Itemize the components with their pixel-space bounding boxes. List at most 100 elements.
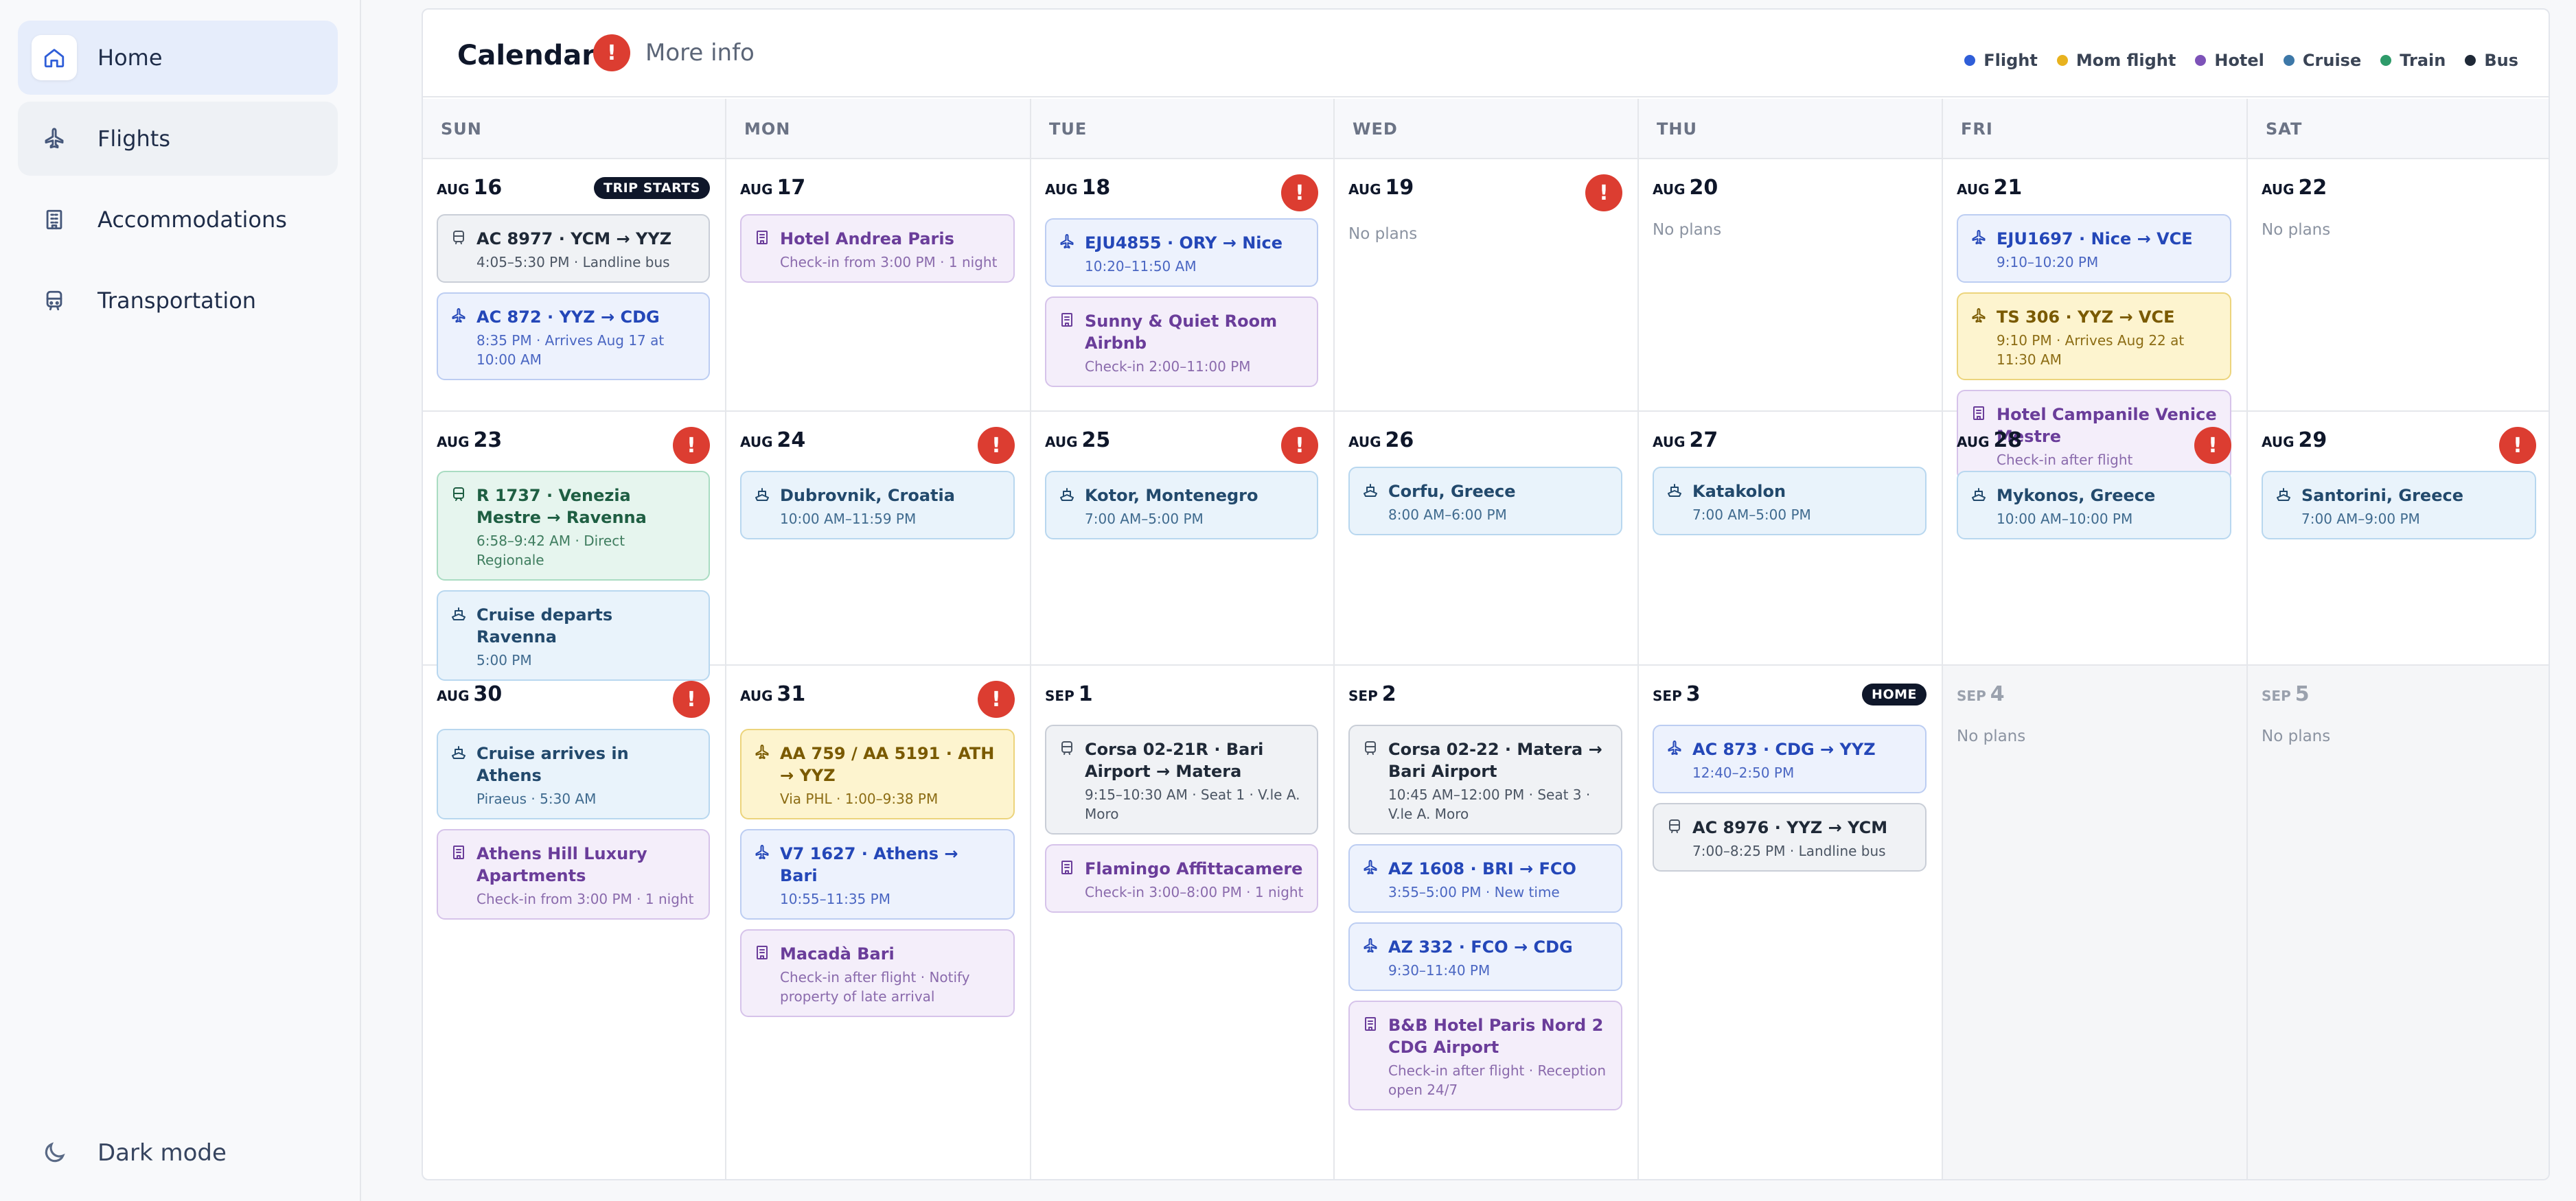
nav-home-label: Home bbox=[97, 45, 163, 71]
day-cell[interactable]: AUG 28! Mykonos, Greece 10:00 AM–10:00 PM bbox=[1943, 412, 2248, 666]
day-cell[interactable]: SEP 4 No plans bbox=[1943, 666, 2248, 1179]
nav-flights-label: Flights bbox=[97, 126, 170, 152]
moon-icon bbox=[45, 1142, 65, 1163]
nav-home[interactable]: Home bbox=[18, 21, 338, 95]
event-subtitle: 10:00 AM–10:00 PM bbox=[1997, 511, 2133, 527]
event-card-hotel[interactable]: Macadà Bari Check-in after flight · Notif… bbox=[740, 929, 1015, 1017]
event-card-hotel[interactable]: Hotel Andrea Paris Check-in from 3:00 PM … bbox=[740, 214, 1015, 283]
day-date: AUG 21 bbox=[1957, 176, 2022, 200]
dark-mode-label: Dark mode bbox=[97, 1139, 227, 1167]
alert-icon[interactable]: ! bbox=[673, 427, 710, 464]
day-number: 2 bbox=[1381, 682, 1396, 706]
alert-icon[interactable]: ! bbox=[2499, 427, 2536, 464]
alert-icon[interactable]: ! bbox=[1585, 174, 1622, 211]
event-card-hotel[interactable]: B&B Hotel Paris Nord 2 CDG Airport Check-… bbox=[1348, 1001, 1622, 1110]
day-cell[interactable]: SEP 2 Corsa 02-22 · Matera → Bari Airport 1… bbox=[1335, 666, 1639, 1179]
no-plans-text: No plans bbox=[1957, 727, 2026, 745]
day-cell[interactable]: AUG 30! Cruise arrives in Athens Piraeus · … bbox=[423, 666, 726, 1179]
alert-icon[interactable]: ! bbox=[1281, 427, 1318, 464]
day-cell[interactable]: AUG 18! EJU4855 · ORY → Nice 10:20–11:50 AM… bbox=[1031, 159, 1335, 412]
day-month: SEP bbox=[2262, 688, 2291, 704]
legend-item: Flight bbox=[1964, 51, 2038, 70]
plane-icon bbox=[450, 307, 467, 324]
event-title: AZ 1608 · BRI → FCO bbox=[1388, 859, 1576, 878]
event-title: EJU1697 · Nice → VCE bbox=[1997, 229, 2193, 248]
weekday-mon: MON bbox=[726, 99, 1031, 159]
event-card-bus[interactable]: Corsa 02-21R · Bari Airport → Matera 9:15… bbox=[1045, 725, 1318, 835]
legend-label: Bus bbox=[2484, 51, 2518, 70]
event-title: TS 306 · YYZ → VCE bbox=[1997, 307, 2175, 327]
alert-icon[interactable]: ! bbox=[978, 427, 1015, 464]
day-month: SEP bbox=[1957, 688, 1986, 704]
event-card-cruise[interactable]: Dubrovnik, Croatia 10:00 AM–11:59 PM bbox=[740, 471, 1015, 539]
day-cell[interactable]: AUG 27 Katakolon 7:00 AM–5:00 PM bbox=[1639, 412, 1943, 666]
day-cell[interactable]: AUG 21 EJU1697 · Nice → VCE 9:10–10:20 PM TS… bbox=[1943, 159, 2248, 480]
day-number: 27 bbox=[1689, 428, 1718, 452]
day-number: 25 bbox=[1081, 428, 1111, 452]
event-card-flight[interactable]: AC 872 · YYZ → CDG 8:35 PM · Arrives Aug … bbox=[437, 292, 710, 380]
event-card-flight[interactable]: EJU4855 · ORY → Nice 10:20–11:50 AM bbox=[1045, 218, 1318, 287]
event-card-mom[interactable]: TS 306 · YYZ → VCE 9:10 PM · Arrives Aug … bbox=[1957, 292, 2231, 380]
event-subtitle: 10:20–11:50 AM bbox=[1085, 258, 1197, 275]
day-date: SEP 5 bbox=[2262, 682, 2310, 706]
event-subtitle: 9:15–10:30 AM · Seat 1 · V.le A. Moro bbox=[1085, 786, 1300, 822]
nav-accommodations[interactable]: Accommodations bbox=[18, 183, 338, 257]
day-month: AUG bbox=[740, 434, 773, 450]
event-card-hotel[interactable]: Athens Hill Luxury Apartments Check-in fr… bbox=[437, 829, 710, 920]
event-card-flight[interactable]: V7 1627 · Athens → Bari 10:55–11:35 PM bbox=[740, 829, 1015, 920]
event-card-cruise[interactable]: Mykonos, Greece 10:00 AM–10:00 PM bbox=[1957, 471, 2231, 539]
building-icon bbox=[450, 844, 467, 861]
day-cell[interactable]: AUG 16 TRIP STARTS AC 8977 · YCM → YYZ 4:05–… bbox=[423, 159, 726, 412]
nav-transportation[interactable]: Transportation bbox=[18, 264, 338, 338]
calendar-panel: Calendar ! More info Flight Mom flight Hot… bbox=[422, 8, 2550, 1180]
weekday-wed: WED bbox=[1335, 99, 1639, 159]
day-cell[interactable]: AUG 19! No plans bbox=[1335, 159, 1639, 412]
event-title: Cruise arrives in Athens bbox=[476, 744, 629, 785]
nav-flights[interactable]: Flights bbox=[18, 102, 338, 176]
event-card-flight[interactable]: EJU1697 · Nice → VCE 9:10–10:20 PM bbox=[1957, 214, 2231, 283]
day-cell[interactable]: SEP 1 Corsa 02-21R · Bari Airport → Matera… bbox=[1031, 666, 1335, 1179]
dark-mode-toggle[interactable]: Dark mode bbox=[41, 1139, 227, 1167]
event-subtitle: Check-in from 3:00 PM · 1 night bbox=[780, 254, 998, 270]
day-cell[interactable]: AUG 26 Corfu, Greece 8:00 AM–6:00 PM bbox=[1335, 412, 1639, 666]
day-cell[interactable]: SEP 3 HOME AC 873 · CDG → YYZ 12:40–2:50 PM A… bbox=[1639, 666, 1943, 1179]
event-subtitle: 9:10 PM · Arrives Aug 22 at 11:30 AM bbox=[1997, 332, 2185, 368]
event-card-cruise[interactable]: Cruise arrives in Athens Piraeus · 5:30 A… bbox=[437, 729, 710, 819]
event-card-bus[interactable]: Corsa 02-22 · Matera → Bari Airport 10:45… bbox=[1348, 725, 1622, 835]
day-cell[interactable]: AUG 29! Santorini, Greece 7:00 AM–9:00 PM bbox=[2248, 412, 2549, 666]
day-cell[interactable]: AUG 31! AA 759 / AA 5191 · ATH → YYZ Via PH… bbox=[726, 666, 1031, 1179]
event-card-mom[interactable]: AA 759 / AA 5191 · ATH → YYZ Via PHL · 1:… bbox=[740, 729, 1015, 819]
ship-icon bbox=[754, 486, 770, 502]
event-card-cruise[interactable]: Santorini, Greece 7:00 AM–9:00 PM bbox=[2262, 471, 2536, 539]
event-card-bus[interactable]: AC 8976 · YYZ → YCM 7:00–8:25 PM · Landli… bbox=[1653, 803, 1927, 872]
event-card-bus[interactable]: AC 8977 · YCM → YYZ 4:05–5:30 PM · Landli… bbox=[437, 214, 710, 283]
day-month: SEP bbox=[1045, 688, 1074, 704]
legend-dot bbox=[2283, 55, 2295, 66]
alert-icon[interactable]: ! bbox=[1281, 174, 1318, 211]
day-cell[interactable]: AUG 17 Hotel Andrea Paris Check-in from 3:0… bbox=[726, 159, 1031, 412]
event-card-hotel[interactable]: Flamingo Affittacamere Check-in 3:00–8:00… bbox=[1045, 844, 1318, 913]
event-title: AA 759 / AA 5191 · ATH → YYZ bbox=[780, 744, 995, 785]
day-cell[interactable]: AUG 25! Kotor, Montenegro 7:00 AM–5:00 PM bbox=[1031, 412, 1335, 666]
event-card-flight[interactable]: AZ 1608 · BRI → FCO 3:55–5:00 PM · New ti… bbox=[1348, 844, 1622, 913]
day-cell[interactable]: SEP 5 No plans bbox=[2248, 666, 2549, 1179]
legend-dot bbox=[2195, 55, 2207, 66]
event-card-cruise[interactable]: Katakolon 7:00 AM–5:00 PM bbox=[1653, 467, 1927, 535]
more-info-button[interactable]: ! More info bbox=[593, 34, 755, 71]
event-card-cruise[interactable]: Kotor, Montenegro 7:00 AM–5:00 PM bbox=[1045, 471, 1318, 539]
alert-icon[interactable]: ! bbox=[2194, 427, 2231, 464]
day-date: AUG 16 bbox=[437, 176, 502, 200]
day-cell[interactable]: AUG 24! Dubrovnik, Croatia 10:00 AM–11:59 P… bbox=[726, 412, 1031, 666]
event-card-train[interactable]: R 1737 · Venezia Mestre → Ravenna 6:58–9:… bbox=[437, 471, 710, 581]
alert-icon[interactable]: ! bbox=[673, 681, 710, 718]
day-cell[interactable]: AUG 23! R 1737 · Venezia Mestre → Ravenna 6… bbox=[423, 412, 726, 681]
event-card-hotel[interactable]: Sunny & Quiet Room Airbnb Check-in 2:00–1… bbox=[1045, 296, 1318, 387]
day-cell[interactable]: AUG 20 No plans bbox=[1639, 159, 1943, 412]
day-date: AUG 17 bbox=[740, 176, 805, 200]
alert-icon[interactable]: ! bbox=[978, 681, 1015, 718]
event-card-cruise[interactable]: Corfu, Greece 8:00 AM–6:00 PM bbox=[1348, 467, 1622, 535]
event-card-flight[interactable]: AZ 332 · FCO → CDG 9:30–11:40 PM bbox=[1348, 922, 1622, 991]
day-cell[interactable]: AUG 22 No plans bbox=[2248, 159, 2549, 412]
event-title: AC 873 · CDG → YYZ bbox=[1692, 740, 1876, 759]
event-card-flight[interactable]: AC 873 · CDG → YYZ 12:40–2:50 PM bbox=[1653, 725, 1927, 793]
